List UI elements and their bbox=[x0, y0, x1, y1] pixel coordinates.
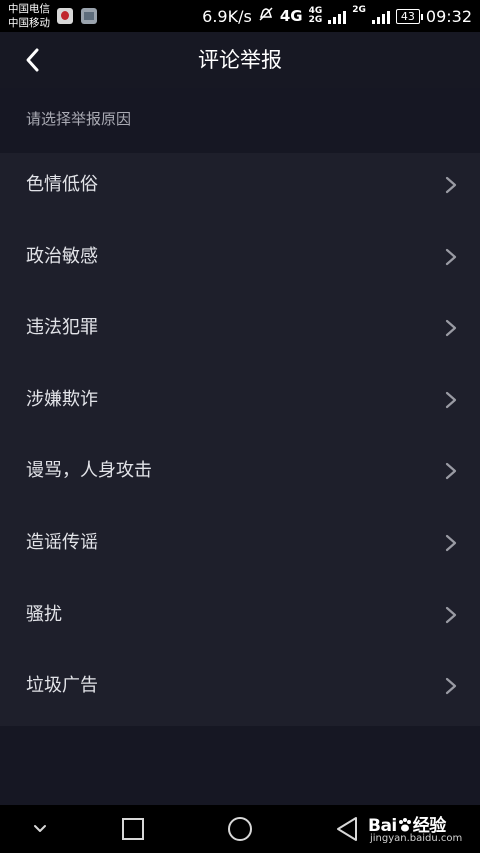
reason-item[interactable]: 垃圾广告 bbox=[0, 654, 480, 726]
chevron-right-icon bbox=[445, 463, 457, 480]
chevron-right-icon bbox=[445, 391, 457, 408]
mute-icon bbox=[258, 6, 274, 26]
reason-label: 骚扰 bbox=[26, 603, 62, 625]
watermark-url: jingyan.baidu.com bbox=[370, 833, 463, 844]
baidu-watermark: Bai 经验 jingyan.baidu.com bbox=[368, 805, 480, 853]
hide-nav-icon[interactable] bbox=[28, 805, 52, 853]
signal-icon-2 bbox=[371, 8, 390, 24]
carrier-info: 中国电信 中国移动 bbox=[8, 2, 50, 30]
home-icon[interactable] bbox=[226, 805, 254, 853]
report-reason-list: 色情低俗 政治敏感 违法犯罪 涉嫌欺诈 谩骂，人身攻击 造谣传谣 骚扰 垃圾广告 bbox=[0, 153, 480, 726]
chevron-right-icon bbox=[445, 176, 457, 194]
back-nav-icon[interactable] bbox=[334, 805, 360, 853]
clock: 09:32 bbox=[425, 6, 472, 26]
reason-item[interactable]: 政治敏感 bbox=[0, 225, 480, 297]
signal-icon-1 bbox=[328, 8, 347, 24]
net-4g-label: 4G bbox=[279, 7, 303, 25]
battery-indicator: 43 bbox=[395, 8, 423, 24]
reason-label: 违法犯罪 bbox=[26, 317, 98, 339]
chevron-right-icon bbox=[445, 248, 457, 265]
section-label: 请选择举报原因 bbox=[26, 110, 132, 128]
chevron-right-icon bbox=[445, 534, 457, 552]
status-indicators: 6.9K/s 4G 4G 2G 2G 43 09:32 bbox=[202, 0, 472, 32]
dual-net-indicator: 4G 2G bbox=[309, 7, 323, 25]
reason-item[interactable]: 色情低俗 bbox=[0, 153, 480, 225]
chevron-right-icon bbox=[445, 606, 457, 623]
reason-item[interactable]: 造谣传谣 bbox=[0, 511, 480, 583]
page-title: 评论举报 bbox=[198, 48, 282, 72]
reason-item[interactable]: 骚扰 bbox=[0, 583, 480, 655]
qq-notification-icon bbox=[57, 8, 73, 24]
reason-item[interactable]: 涉嫌欺诈 bbox=[0, 368, 480, 440]
reason-label: 政治敏感 bbox=[26, 245, 98, 267]
paw-icon bbox=[397, 817, 413, 833]
title-bar: 评论举报 bbox=[0, 32, 480, 88]
chevron-right-icon bbox=[445, 678, 457, 695]
recent-apps-icon[interactable] bbox=[120, 805, 146, 853]
reason-label: 谩骂，人身攻击 bbox=[26, 460, 152, 482]
reason-label: 造谣传谣 bbox=[26, 531, 98, 553]
chevron-right-icon bbox=[445, 320, 457, 337]
network-speed: 6.9K/s bbox=[202, 6, 252, 26]
reason-item[interactable]: 谩骂，人身攻击 bbox=[0, 439, 480, 511]
carrier-2: 中国移动 bbox=[8, 17, 50, 29]
reason-label: 色情低俗 bbox=[26, 174, 98, 195]
reason-item[interactable]: 违法犯罪 bbox=[0, 296, 480, 368]
net-2g-label: 2G bbox=[352, 5, 366, 15]
reason-label: 涉嫌欺诈 bbox=[26, 388, 98, 410]
image-notification-icon bbox=[81, 8, 97, 24]
carrier-1: 中国电信 bbox=[8, 3, 50, 15]
net-bottom-label: 2G bbox=[308, 15, 323, 25]
status-bar: 中国电信 中国移动 6.9K/s 4G 4G 2G 2G 43 09:32 bbox=[0, 0, 480, 32]
reason-label: 垃圾广告 bbox=[26, 675, 98, 697]
